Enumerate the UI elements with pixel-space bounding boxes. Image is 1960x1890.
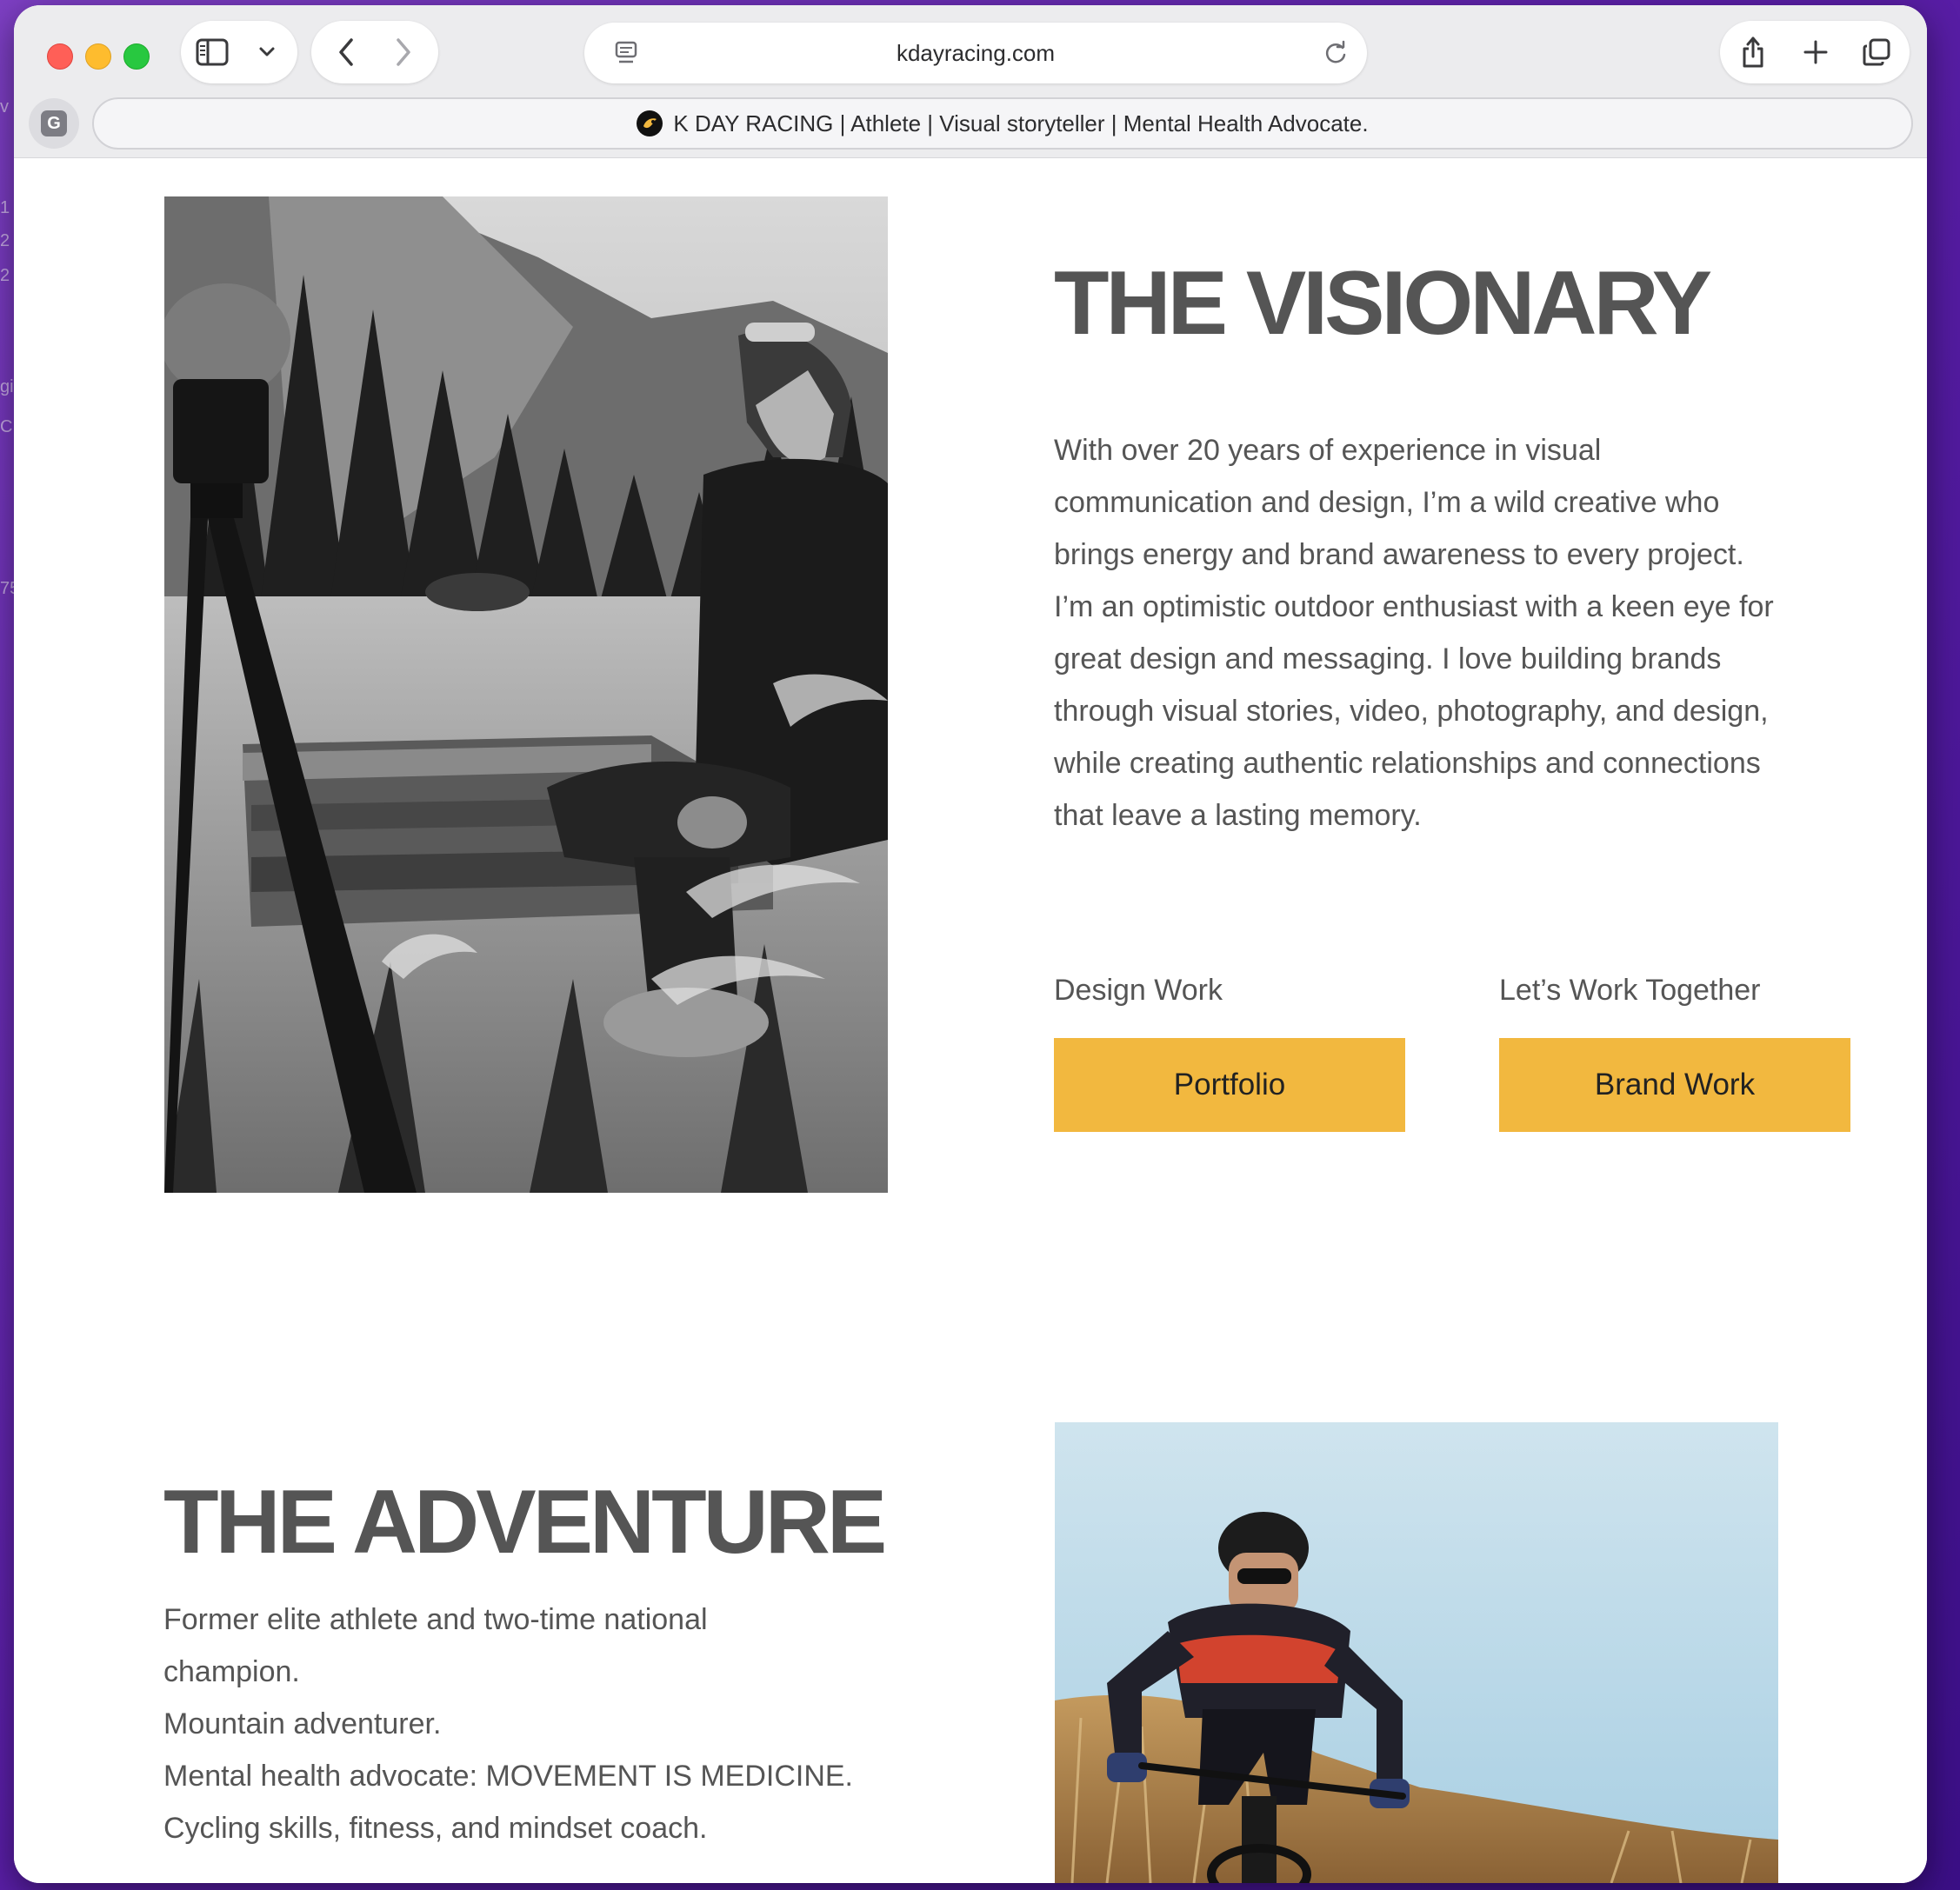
new-tab-icon[interactable] [1798,35,1833,70]
work-together-label: Let’s Work Together [1499,974,1761,1007]
navigation-group [311,21,438,83]
site-favicon-icon [637,110,663,136]
visionary-photo [164,196,888,1193]
desktop-fragment: gi [0,377,14,396]
forward-icon[interactable] [386,35,421,70]
adventure-line: Cycling skills, fitness, and mindset coa… [163,1812,708,1845]
desktop-fragment: C [0,417,13,436]
browser-window: kdayracing.com G K DAY RACING | Athlete [14,5,1927,1883]
back-icon[interactable] [329,35,363,70]
page-content: THE VISIONARY With over 20 years of expe… [14,158,1927,1883]
zoom-window-button[interactable] [123,43,150,70]
profile-badge-letter: G [41,110,67,136]
desktop-fragment: 2 [0,266,10,285]
sidebar-icon[interactable] [195,37,230,68]
brand-work-button[interactable]: Brand Work [1499,1038,1850,1132]
desktop-fragment: v [0,97,9,116]
minimize-window-button[interactable] [85,43,111,70]
profile-badge[interactable]: G [29,98,79,149]
adventure-line: Mountain adventurer. [163,1707,442,1740]
url-text: kdayracing.com [896,39,1056,66]
share-icon[interactable] [1736,33,1770,71]
visionary-heading: THE VISIONARY [1054,253,1712,354]
tab-title: K DAY RACING | Athlete | Visual storytel… [673,110,1369,136]
desktop-fragment: 2 [0,231,10,250]
adventure-description: Former elite athlete and two-time nation… [163,1594,946,1854]
adventure-line: Former elite athlete and two-time nation… [163,1603,708,1636]
adventure-line: champion. [163,1655,300,1688]
visionary-description: With over 20 years of experience in visu… [1054,434,1774,832]
tab-overview-icon[interactable] [1859,35,1894,70]
address-bar[interactable]: kdayracing.com [584,23,1367,83]
browser-toolbar: kdayracing.com G K DAY RACING | Athlete [14,5,1927,158]
adventure-line: Mental health advocate: MOVEMENT IS MEDI… [163,1760,853,1793]
adventure-heading: THE ADVENTURE [163,1472,887,1573]
toolbar-actions-group [1720,21,1910,83]
design-work-label: Design Work [1054,974,1223,1007]
chevron-down-icon[interactable] [254,40,280,64]
close-window-button[interactable] [47,43,73,70]
active-tab[interactable]: K DAY RACING | Athlete | Visual storytel… [92,97,1913,150]
adventure-photo [1055,1422,1778,1883]
reload-icon[interactable] [1320,37,1351,69]
desktop-fragment: 1 [0,198,10,217]
portfolio-button[interactable]: Portfolio [1054,1038,1405,1132]
sidebar-toggle-group [181,21,297,83]
